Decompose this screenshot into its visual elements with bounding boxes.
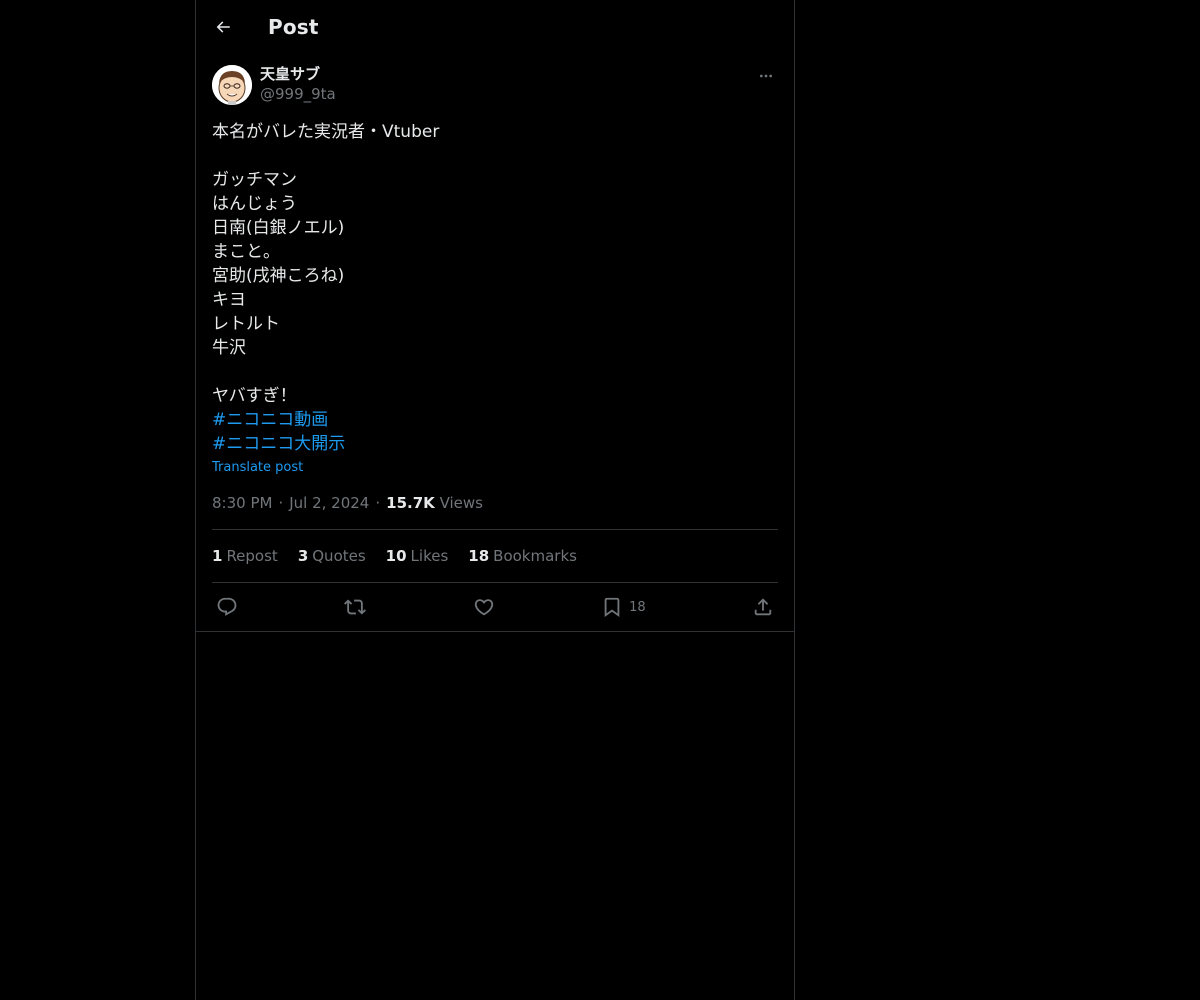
post-time[interactable]: 8:30 PM xyxy=(212,494,272,512)
bookmarks-count: 18 xyxy=(468,547,490,565)
post-line: 宮助(戌神ころね) xyxy=(212,266,345,286)
avatar-image xyxy=(212,65,252,105)
page-title: Post xyxy=(268,15,319,39)
hashtag-link[interactable]: #ニコニコ大開示 xyxy=(212,432,778,456)
post-detail: 天皇サブ @999_9ta 本名がバレた実況者・Vtuber ガッチマン はんじ… xyxy=(196,54,794,632)
bookmarks-label: Bookmarks xyxy=(493,547,577,565)
bookmark-icon xyxy=(604,597,620,618)
quotes-count: 3 xyxy=(297,547,309,565)
meta-separator: · xyxy=(278,494,284,512)
more-horizontal-icon xyxy=(760,74,772,78)
post-date[interactable]: Jul 2, 2024 xyxy=(289,494,369,512)
repost-button[interactable] xyxy=(344,596,367,618)
share-button[interactable] xyxy=(752,596,774,618)
back-button[interactable] xyxy=(212,16,234,38)
share-icon xyxy=(754,598,772,616)
repost-icon xyxy=(344,599,367,615)
post-line: 牛沢 xyxy=(212,338,246,358)
post-line: キヨ xyxy=(212,290,246,310)
reply-icon xyxy=(217,597,237,616)
reposts-stat[interactable]: 1 Repost xyxy=(212,547,278,565)
post-line: ガッチマン xyxy=(212,170,297,190)
avatar[interactable] xyxy=(212,65,252,105)
bookmark-count: 18 xyxy=(629,599,646,615)
meta-separator: · xyxy=(375,494,381,512)
views-label: Views xyxy=(439,494,483,512)
main-column: Post 天皇サブ @999_9ta 本名がバレた実況者・Vtuber ガッチマ… xyxy=(195,0,795,1000)
post-line xyxy=(212,360,778,384)
like-button[interactable] xyxy=(473,596,495,618)
reply-button[interactable] xyxy=(216,596,238,618)
page-header: Post xyxy=(196,0,794,54)
reposts-count: 1 xyxy=(212,547,223,565)
likes-label: Likes xyxy=(410,547,449,565)
hashtag-link[interactable]: #ニコニコ動画 xyxy=(212,408,778,432)
engagement-stats: 1 Repost 3 Quotes 10 Likes 18 Bookmarks xyxy=(212,530,778,583)
likes-count: 10 xyxy=(385,547,407,565)
post-line: ヤバすぎ！ xyxy=(212,386,297,406)
translate-post-link[interactable]: Translate post xyxy=(212,459,303,477)
quotes-label: Quotes xyxy=(312,547,366,565)
reposts-label: Repost xyxy=(226,547,278,565)
post-line: はんじょう xyxy=(212,194,297,214)
post-line xyxy=(212,144,778,168)
author-display-name[interactable]: 天皇サブ xyxy=(260,64,336,84)
author-row: 天皇サブ @999_9ta xyxy=(212,54,778,112)
author-info: 天皇サブ @999_9ta xyxy=(260,64,336,104)
post-line: まこと。 xyxy=(212,242,280,262)
quotes-stat[interactable]: 3 Quotes xyxy=(298,547,366,565)
post-line: レトルト xyxy=(212,314,280,334)
action-bar: 18 xyxy=(212,583,778,631)
arrow-left-icon xyxy=(216,21,230,33)
like-icon xyxy=(474,599,493,616)
likes-stat[interactable]: 10 Likes xyxy=(386,547,449,565)
post-meta: 8:30 PM · Jul 2, 2024 · 15.7K Views xyxy=(212,493,778,530)
post-line: 日南(白銀ノエル) xyxy=(212,218,345,238)
author-handle[interactable]: @999_9ta xyxy=(260,84,336,104)
bookmark-button[interactable]: 18 xyxy=(601,596,646,618)
views-count: 15.7K xyxy=(386,494,435,512)
post-line: 本名がバレた実況者・Vtuber xyxy=(212,122,440,142)
post-text: 本名がバレた実況者・Vtuber ガッチマン はんじょう 日南(白銀ノエル) ま… xyxy=(212,120,778,456)
more-options-button[interactable] xyxy=(756,66,776,86)
bookmarks-stat[interactable]: 18 Bookmarks xyxy=(468,547,577,565)
